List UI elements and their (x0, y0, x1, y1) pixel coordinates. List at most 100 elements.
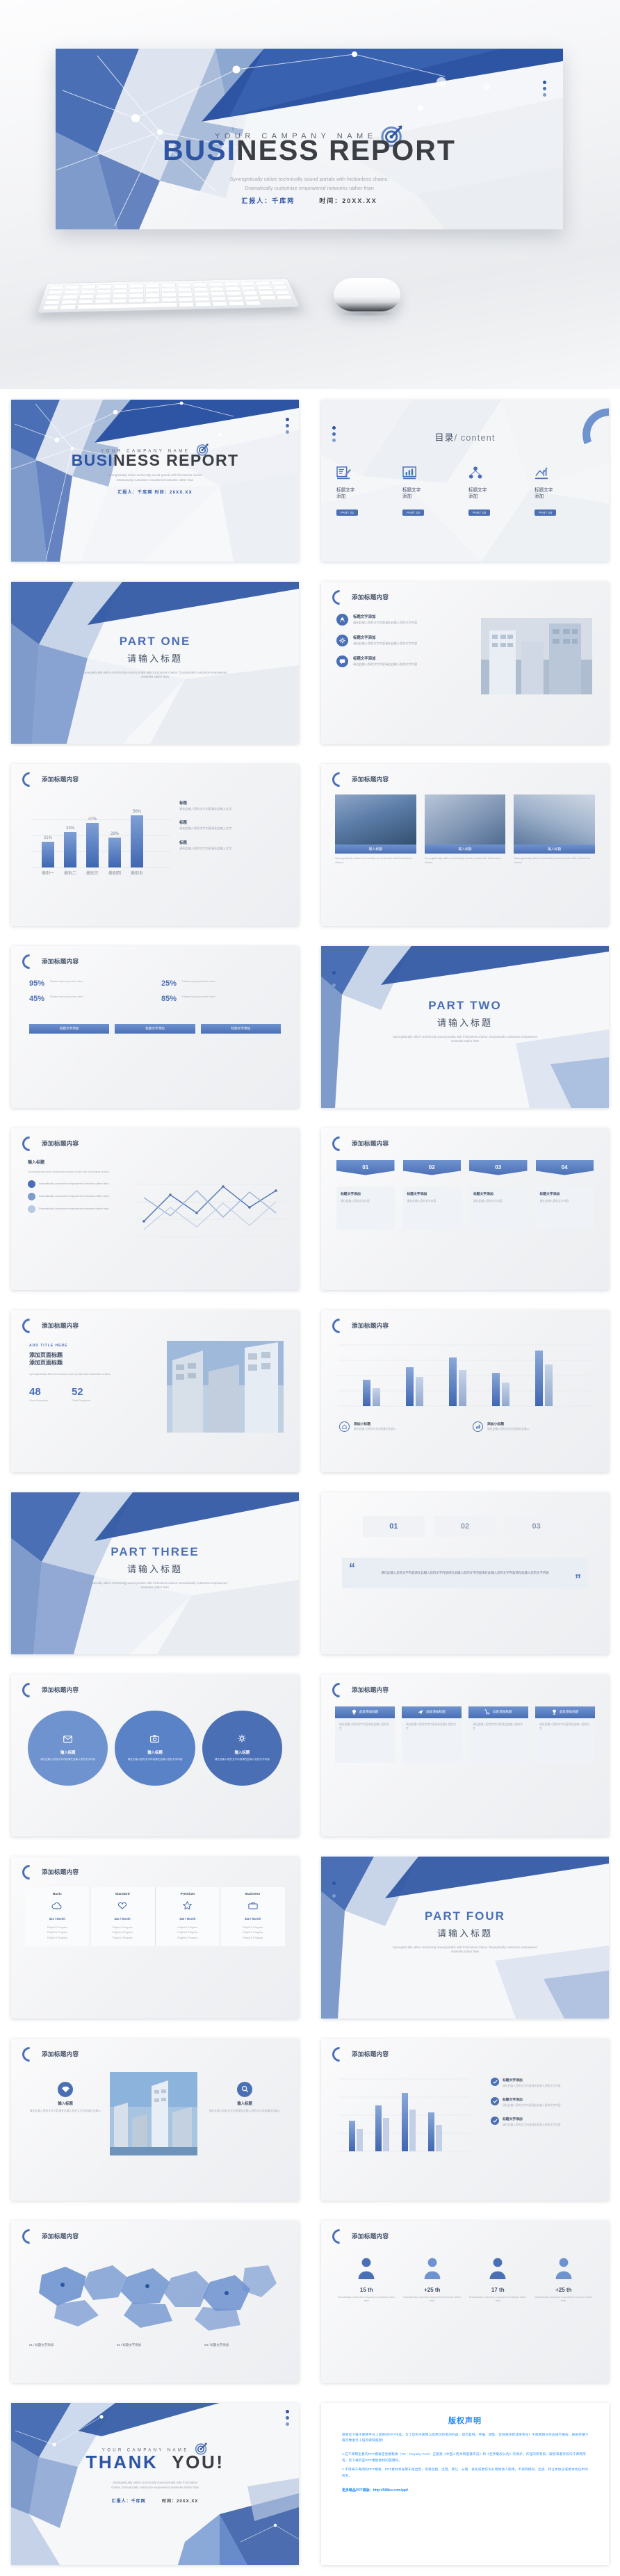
thumb-part-one-divider[interactable]: PART ONE 请输入标题 Synergistically utilize t… (11, 581, 299, 744)
slide-cell[interactable]: 添加标题内容 输入标题 请在此输入您的文字内容请在此输入您的文字内容 输入标题 … (0, 1664, 310, 1846)
thumb-percent-grid-slide[interactable]: 添加标题内容 95% Please input your text here 2… (11, 945, 299, 1108)
left-block: 输入标题 请在此输入您的文字内容请在此输入您的文字内容请在此输入 (26, 2081, 104, 2113)
slide-cell[interactable]: PART THREE 请输入标题 Synergistically utilize… (0, 1482, 310, 1664)
people-counters: 15 th Dramatically customize empowered n… (338, 2257, 592, 2304)
slide-cell[interactable]: 添加标题内容 01 02 03 04 标题文字添加 请在此输入您的文字内容 标题… (310, 1118, 620, 1300)
stat-values: 48 Cloud Greystone 52 Cloud Greystone (29, 1386, 144, 1402)
tab-number[interactable]: 02 (402, 1159, 461, 1175)
list-item[interactable]: 标题文字添加 请在此输入您的文字内容请在此输入您的文字内容 (336, 634, 468, 646)
ribbon-card[interactable]: 此处添加标题 请在此输入您的文字内容请在此输入您的文字 (468, 1706, 528, 1763)
counter-value: +25 th (555, 2286, 572, 2293)
slide-cell[interactable]: 01 02 03 “ 请在此输入您的文字内容请在此输入您的文字内容请在此输入您的… (310, 1482, 620, 1664)
thumb-part-four-divider[interactable]: PART FOUR 请输入标题 Synergistically utilize … (321, 1856, 609, 2019)
thumb-map-slide[interactable]: 添加标题内容 01 / 标题文字添加 02 / 标题文字添加 03 / 标题文字… (11, 2220, 299, 2383)
slide-cell[interactable]: 添加标题内容 此处添加标题 请在此输入您的文字内容请在此输入您的文字 此处添加标 (310, 1664, 620, 1846)
slide-cell[interactable]: YOUR CAMPANY NAME BUSINESS REPORT Synerg… (0, 389, 310, 571)
slide-cell[interactable]: 添加标题内容 (310, 1300, 620, 1482)
thumb-thank-you-slide[interactable]: YOUR CAMPANY NAME THANK YOU! Synergistic… (11, 2402, 299, 2565)
mail-icon (63, 1734, 73, 1746)
thumb-part-two-divider[interactable]: PART TWO 请输入标题 Synergistically utilize t… (321, 945, 609, 1108)
ribbon-card[interactable]: 此处添加标题 请在此输入您的文字内容请在此输入您的文字 (335, 1706, 395, 1763)
photo-card[interactable]: 输入标题 Synergistically utilize technically… (424, 794, 506, 865)
thumb-photo-two-col-slide[interactable]: 添加标题内容 输入标题 请在此输入您的文字内容请在此输入您的文字内容请在此输入 (11, 2038, 299, 2201)
thumb-bar-legend-slide[interactable]: 添加标题内容 标题文字添加 请在此输入您的文字内容请在此输入您的文字内容 标题文… (321, 2038, 609, 2201)
circle-card[interactable]: 输入标题 请在此输入您的文字内容请在此输入您的文字内容 (202, 1710, 282, 1786)
pricing-column[interactable]: Premium $30 / Month Playful & Program Pl… (155, 1886, 220, 1947)
slide-cell[interactable]: 添加标题内容 21% 33% 47% 28% 56% 类别一 类别二 类别三 类… (0, 753, 310, 936)
slide-cell[interactable]: 添加标题内容 输入标题 请在此输入您的文字内容请在此输入您的文字内容请在此输入 (0, 2028, 310, 2210)
arc-icon (19, 1315, 40, 1336)
thumb-toc-slide[interactable]: 目录/ content 标题文字 添加 PART 01 标题文字 添加 PART… (321, 399, 609, 562)
cart-icon (484, 1709, 490, 1715)
counter-desc: Dramatically customize empowered network… (535, 2295, 593, 2303)
slide-cell[interactable]: 添加标题内容 输入标题 Synergistically utilize tech… (310, 753, 620, 936)
pricing-column[interactable]: Business $40 / Month Playful & Program P… (220, 1886, 285, 1947)
toc-item[interactable]: 标题文字 添加 PART 01 (336, 466, 395, 517)
toc-item[interactable]: 标题文字 添加 PART 03 (468, 466, 528, 517)
pricing-column[interactable]: Standard $20 / Month Playful & Program P… (90, 1886, 155, 1947)
tab-number[interactable]: 04 (535, 1159, 594, 1175)
slide-cell[interactable]: 添加标题内容 ADD TITLE HERE 添加页面标题 添加页面标题 Syne… (0, 1300, 310, 1482)
slide-cell[interactable]: 添加标题内容 (310, 2028, 620, 2210)
toc-item-button[interactable]: PART 01 (336, 509, 359, 516)
gear-icon (336, 634, 348, 646)
thumb-stats-photo-slide[interactable]: 添加标题内容 ADD TITLE HERE 添加页面标题 添加页面标题 Syne… (11, 1310, 299, 1472)
list-item[interactable]: 标题文字添加 请在此输入您的文字内容请在此输入您的文字内容 (336, 613, 468, 626)
slide-cell[interactable]: PART FOUR 请输入标题 Synergistically utilize … (310, 1846, 620, 2028)
slide-cell[interactable]: 添加标题内容 15 th Dramatically customize empo… (310, 2210, 620, 2392)
line-chart (137, 1167, 286, 1244)
pricing-name: Premium (180, 1892, 195, 1896)
toc-item[interactable]: 标题文字 添加 PART 02 (402, 466, 462, 517)
list-item[interactable]: 标题文字添加 请在此输入您的文字内容请在此输入您的文字内容 (336, 655, 468, 667)
lightbulb-icon (352, 1709, 357, 1715)
slide-cell[interactable]: 添加标题内容 Basic $10 / Month Playful & Progr… (0, 1846, 310, 2028)
thumb-copyright-slide[interactable]: 版权声明 感谢您下载千库网平台上提供的PPT作品，为了您和千库网以及原创作者的利… (321, 2402, 609, 2565)
thumb-pricing-table-slide[interactable]: 添加标题内容 Basic $10 / Month Playful & Progr… (11, 1856, 299, 2019)
thanks-title-blue: THANK (85, 2451, 158, 2472)
thumb-four-ribbon-cards-slide[interactable]: 添加标题内容 此处添加标题 请在此输入您的文字内容请在此输入您的文字 此处添加标 (321, 1674, 609, 1836)
note-item: 标题文字添加 请在此输入您的文字内容请在此输入您的文字内容 (491, 2096, 595, 2108)
circle-cards: 输入标题 请在此输入您的文字内容请在此输入您的文字内容 输入标题 请在此输入您的… (28, 1710, 282, 1786)
pricing-column[interactable]: Basic $10 / Month Playful & Program Play… (25, 1886, 90, 1947)
slide-cell[interactable]: YOUR CAMPANY NAME THANK YOU! Synergistic… (0, 2392, 310, 2575)
ribbon-card[interactable]: 此处添加标题 请在此输入您的文字内容请在此输入您的文字 (535, 1706, 595, 1763)
map-region: 01 / 标题文字添加 (29, 2342, 54, 2347)
thumb-bar-chart-slide[interactable]: 添加标题内容 21% 33% 47% 28% 56% 类别一 类别二 类别三 类… (11, 763, 299, 926)
thumb-people-counter-slide[interactable]: 添加标题内容 15 th Dramatically customize empo… (321, 2220, 609, 2383)
thumb-line-chart-slide[interactable]: 添加标题内容 输入标题 Synergistically utilize tech… (11, 1127, 299, 1290)
slide-cell[interactable]: 目录/ content 标题文字 添加 PART 01 标题文字 添加 PART… (310, 389, 620, 571)
slide-cell[interactable]: 添加标题内容 (0, 2210, 310, 2392)
circle-card[interactable]: 输入标题 请在此输入您的文字内容请在此输入您的文字内容 (28, 1710, 108, 1786)
photo-card[interactable]: 输入标题 Synergistically utilize technically… (335, 794, 416, 865)
heart-icon (95, 1900, 151, 1913)
slide-cell[interactable]: 添加标题内容 输入标题 Synergistically utilize tech… (0, 1118, 310, 1300)
slide-cell[interactable]: PART ONE 请输入标题 Synergistically utilize t… (0, 571, 310, 753)
slide-header: 添加标题内容 (19, 1133, 79, 1154)
tab-number[interactable]: 03 (469, 1159, 528, 1175)
copyright-link[interactable]: 更多精品PPT模板：http://588ku.com/ppt/ (342, 2488, 591, 2493)
toc-item-button[interactable]: PART 04 (535, 509, 557, 516)
circle-card[interactable]: 输入标题 请在此输入您的文字内容请在此输入您的文字内容 (115, 1710, 195, 1786)
tab-button[interactable]: 标题文字添加 (115, 1023, 195, 1034)
slide-cell[interactable]: 添加标题内容 95% Please input your text here 2… (0, 936, 310, 1118)
thumb-column-chart-slide[interactable]: 添加标题内容 添加小标题 请在此输入您的文字内容请在此输入 添加小标题 请在此输… (321, 1310, 609, 1472)
toc-item-button[interactable]: PART 03 (468, 509, 491, 516)
thumb-three-circles-slide[interactable]: 添加标题内容 输入标题 请在此输入您的文字内容请在此输入您的文字内容 输入标题 … (11, 1674, 299, 1836)
tab-button[interactable]: 标题文字添加 (29, 1023, 110, 1034)
tab-button[interactable]: 标题文字添加 (200, 1023, 281, 1034)
slide-cell[interactable]: 版权声明 感谢您下载千库网平台上提供的PPT作品，为了您和千库网以及原创作者的利… (310, 2392, 620, 2575)
thumb-list-photo-slide[interactable]: 添加标题内容 标题文字添加 请在此输入您的文字内容请在此输入您的文字内容 标题文… (321, 581, 609, 744)
thumb-four-tabs-slide[interactable]: 添加标题内容 01 02 03 04 标题文字添加 请在此输入您的文字内容 标题… (321, 1127, 609, 1290)
slide-cell[interactable]: PART TWO 请输入标题 Synergistically utilize t… (310, 936, 620, 1118)
thumb-cover-slide[interactable]: YOUR CAMPANY NAME BUSINESS REPORT Synerg… (11, 399, 299, 562)
thumb-quote-steps-slide[interactable]: 01 02 03 “ 请在此输入您的文字内容请在此输入您的文字内容请在此输入您的… (321, 1492, 609, 1654)
thumb-part-three-divider[interactable]: PART THREE 请输入标题 Synergistically utilize… (11, 1492, 299, 1654)
slide-cell[interactable]: 添加标题内容 标题文字添加 请在此输入您的文字内容请在此输入您的文字内容 标题文… (310, 571, 620, 753)
tab-number[interactable]: 01 (336, 1159, 395, 1175)
toc-item-button[interactable]: PART 02 (402, 509, 425, 516)
legend-title: 添加小标题 (487, 1422, 504, 1426)
photo-card[interactable]: 输入标题 Synergistically utilize technically… (514, 794, 595, 865)
ribbon-card[interactable]: 此处添加标题 请在此输入您的文字内容请在此输入您的文字 (402, 1706, 462, 1763)
toc-item[interactable]: 标题文字 添加 PART 04 (535, 466, 594, 517)
thumb-three-photo-cards-slide[interactable]: 添加标题内容 输入标题 Synergistically utilize tech… (321, 763, 609, 926)
